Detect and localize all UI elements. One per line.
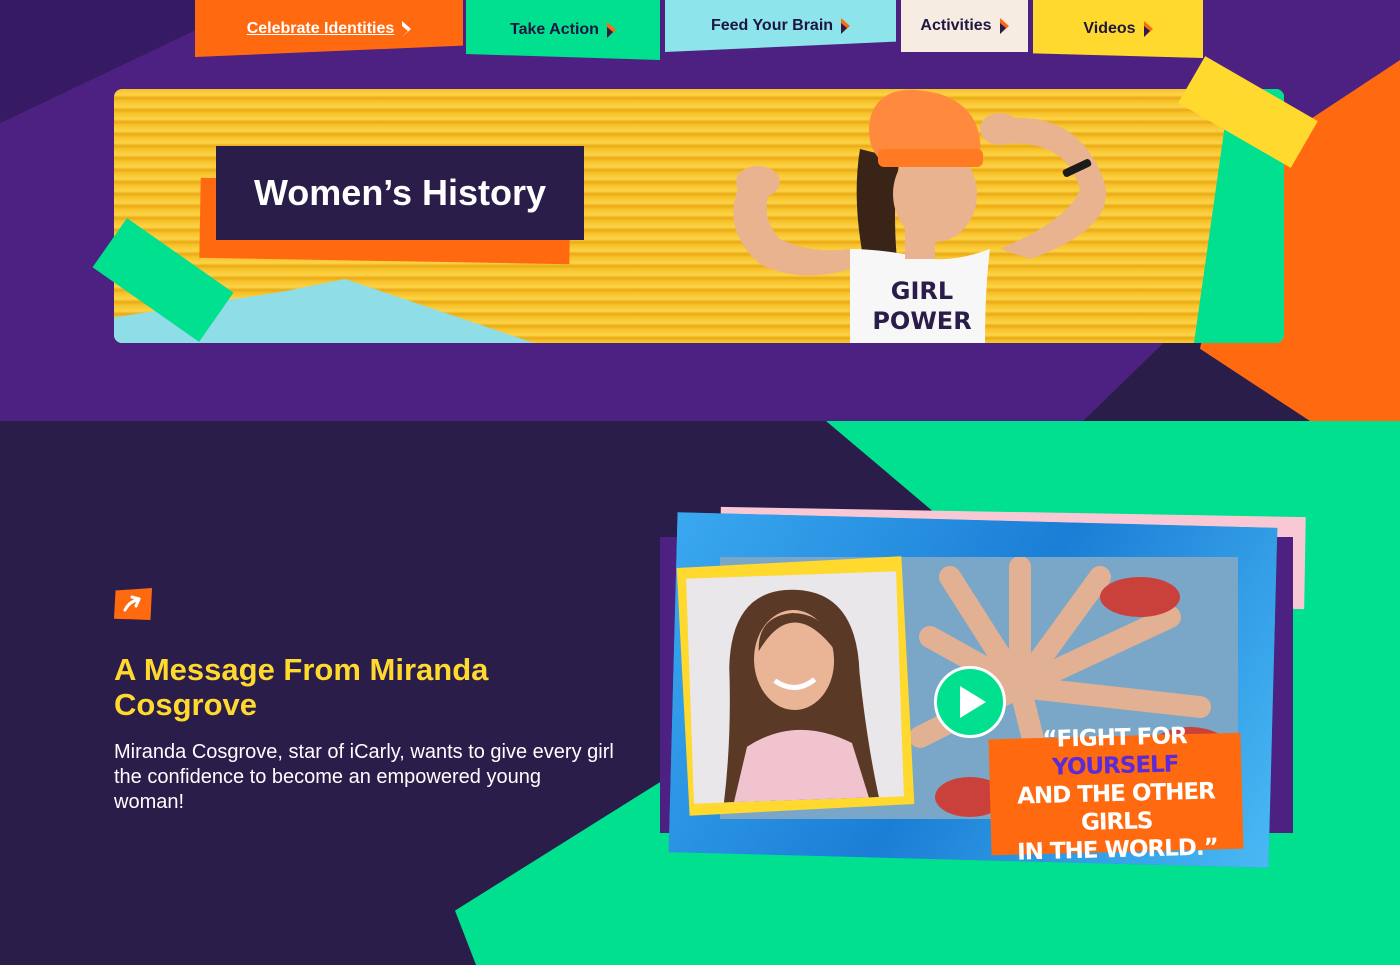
tab-videos[interactable]: Videos [1033, 0, 1203, 58]
bolt-arrow-icon [841, 18, 851, 34]
quote-card: “FIGHT FOR YOURSELF AND THE OTHER GIRLS … [988, 723, 1244, 866]
shirt-text-2: POWER [872, 307, 971, 335]
quote-highlight: YOURSELF [1051, 751, 1179, 781]
tab-label: Activities [920, 17, 992, 34]
feature-description: Miranda Cosgrove, star of iCarly, wants … [114, 741, 614, 813]
arrow-up-right-icon[interactable] [114, 588, 152, 620]
quote-line-3: IN THE WORLD.” [1016, 834, 1219, 866]
bolt-arrow-icon [999, 18, 1009, 34]
quote-part: “FIGHT FOR [1042, 723, 1187, 753]
play-icon [960, 686, 986, 718]
bolt-arrow-icon [402, 20, 412, 37]
feature-title[interactable]: A Message From Miranda Cosgrove [114, 652, 594, 722]
bolt-arrow-icon [1143, 21, 1153, 37]
hero-photo: GIRL POWER [733, 89, 1107, 343]
tab-label: Celebrate Identities [246, 19, 395, 37]
tab-label: Feed Your Brain [710, 17, 834, 34]
shirt-text-1: GIRL [891, 277, 953, 305]
page-title-text: Women’s History [253, 172, 547, 213]
bolt-arrow-icon [606, 22, 616, 38]
tab-label: Videos [1083, 20, 1136, 37]
tab-activities[interactable]: Activities [901, 0, 1028, 52]
quote-line-2: AND THE OTHER GIRLS [1016, 778, 1216, 836]
tab-take-action[interactable]: Take Action [466, 0, 660, 60]
portrait-photo [686, 571, 904, 804]
quote-line-1: “FIGHT FOR YOURSELF [988, 721, 1241, 784]
tab-label: Take Action [510, 21, 599, 38]
page-title: Women’s History [216, 146, 584, 240]
